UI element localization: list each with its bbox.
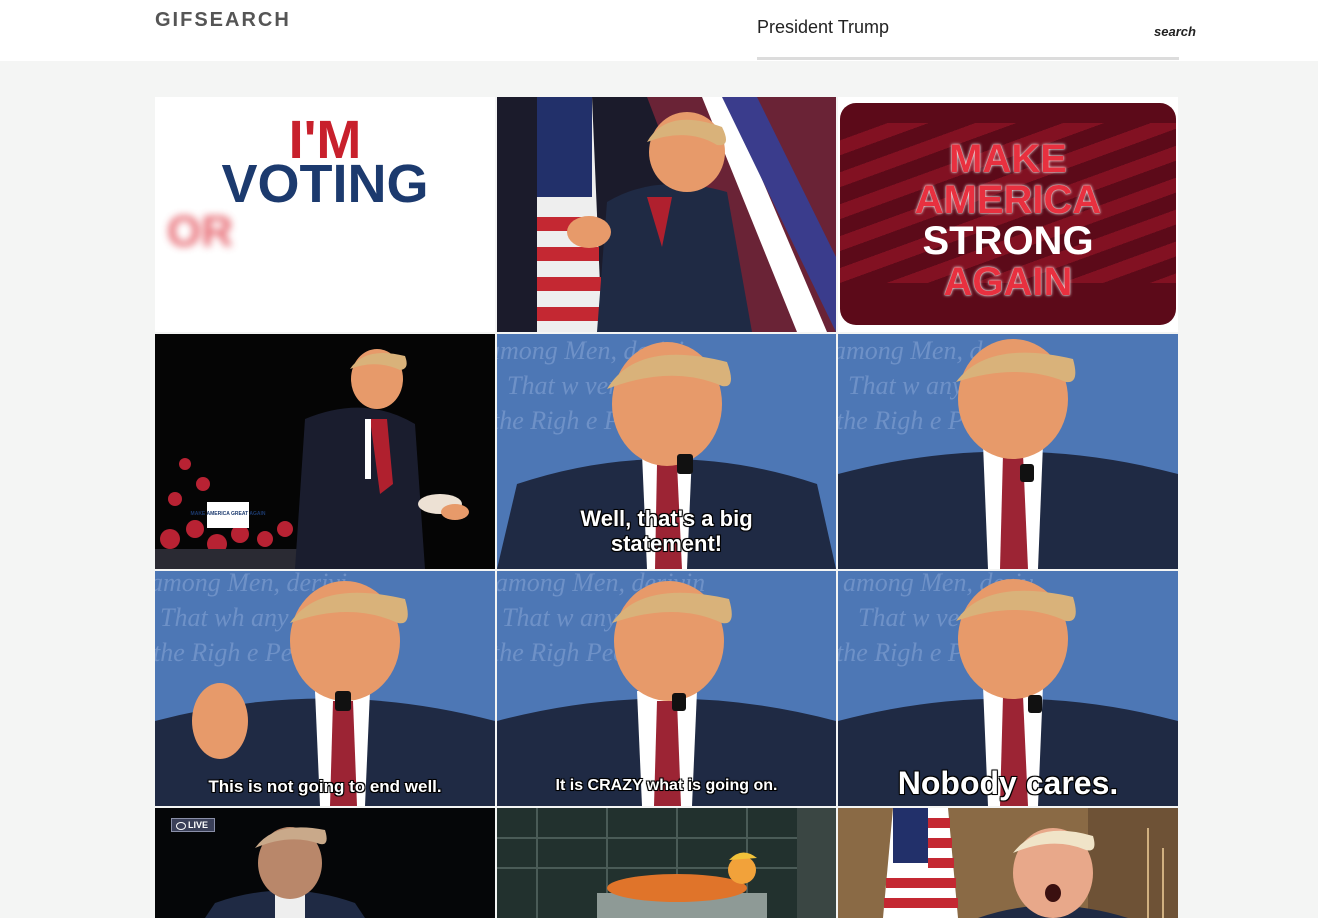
debate-image-3: among Men, derivi That wh any the Righ e… <box>155 571 495 806</box>
flag-hug-image <box>497 97 836 332</box>
svg-text:That w any: That w any <box>502 603 618 632</box>
gif-tile-debate-end-well[interactable]: among Men, derivi That wh any the Righ e… <box>155 571 495 806</box>
maga-line-3: STRONG <box>922 219 1094 263</box>
svg-text:That wh any: That wh any <box>160 603 289 632</box>
gif-tile-debate-face[interactable]: among Men, derivin That w any the Righ e… <box>838 334 1178 569</box>
caption-nobody-cares: Nobody cares. <box>897 765 1119 801</box>
debate-image-4: among Men, derivin That w any the Righ P… <box>497 571 836 806</box>
gif-tile-flag-hug[interactable] <box>497 97 836 332</box>
maga-line-2: AMERICA <box>914 178 1102 222</box>
voting-line-3: OR <box>167 207 233 256</box>
gif-tile-live-news[interactable]: LIVE <box>155 808 495 918</box>
voting-line-2: VOTING <box>221 154 429 214</box>
gif-tile-debate-big-statement[interactable]: among Men, derivi That w ver any the Rig… <box>497 334 836 569</box>
live-badge: LIVE <box>171 818 216 832</box>
rally-dance-image: MAKE AMERICA GREAT AGAIN <box>155 334 495 569</box>
svg-text:That w any: That w any <box>848 371 964 400</box>
caption-big-statement: Well, that's a big statement! <box>580 506 753 557</box>
gif-tile-debate-crazy[interactable]: among Men, derivin That w any the Righ P… <box>497 571 836 806</box>
gif-tile-cartoon-bed[interactable] <box>497 808 836 918</box>
search-underline <box>757 57 1179 60</box>
caption-crazy: It is CRAZY what is going on. <box>555 777 778 794</box>
gif-tile-snl-flag[interactable] <box>838 808 1178 918</box>
site-logo[interactable]: GIFSEARCH <box>155 9 291 32</box>
maga-line-1: MAKE <box>949 137 1067 181</box>
gif-tile-maga[interactable]: MAKE AMERICA STRONG AGAIN <box>838 97 1178 332</box>
search-form: search <box>757 0 1196 61</box>
rally-sign: MAKE AMERICA GREAT AGAIN <box>191 511 266 517</box>
search-input[interactable] <box>757 10 1137 44</box>
search-button[interactable]: search <box>1154 24 1196 39</box>
caption-end-well: This is not going to end well. <box>208 777 442 796</box>
cartoon-bed-image <box>497 808 836 918</box>
maga-line-4: AGAIN <box>943 260 1073 304</box>
gif-tile-debate-nobody-cares[interactable]: among Men, deriv That w ver any the Righ… <box>838 571 1178 806</box>
header-bar: GIFSEARCH search <box>0 0 1318 61</box>
snl-flag-image <box>838 808 1178 918</box>
debate-image-2: among Men, derivin That w any the Righ e… <box>838 334 1178 569</box>
gif-tile-rally-dance[interactable]: MAKE AMERICA GREAT AGAIN <box>155 334 495 569</box>
maga-panel: MAKE AMERICA STRONG AGAIN <box>840 103 1176 325</box>
gif-tile-voting[interactable]: I'M VOTING OR <box>155 97 495 332</box>
